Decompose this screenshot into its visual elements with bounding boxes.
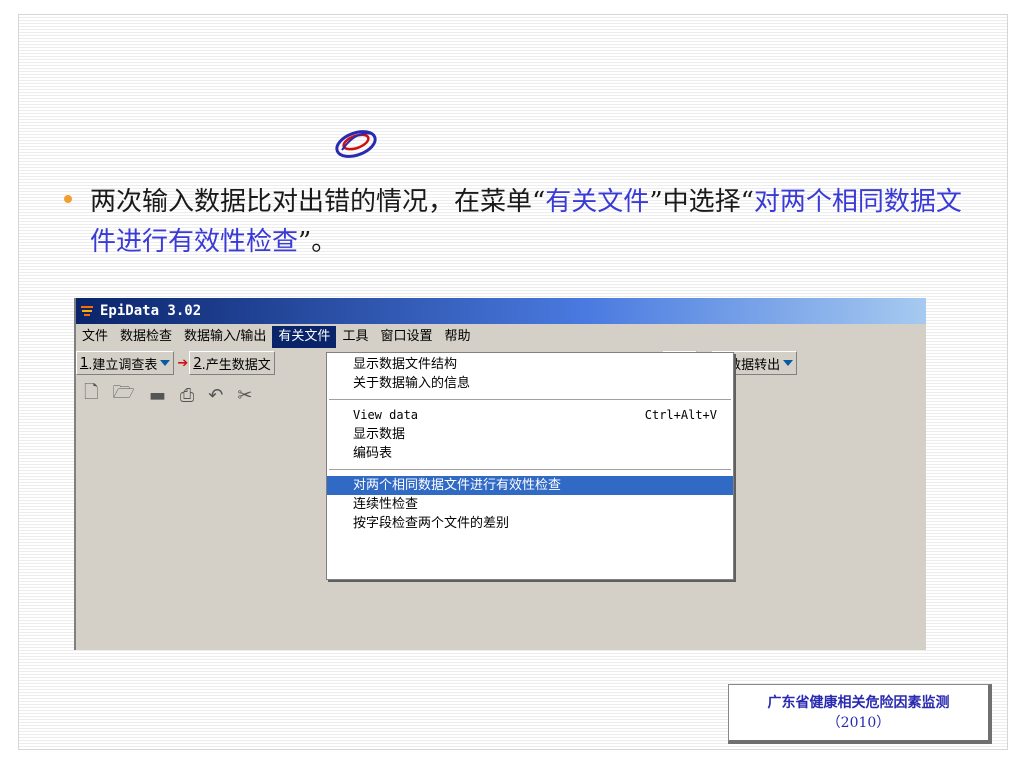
cdc-logo-icon bbox=[335, 130, 377, 158]
menubar: 文件 数据检查 数据输入/输出 有关文件 工具 窗口设置 帮助 bbox=[76, 326, 926, 348]
menu-item-show-data[interactable]: 显示数据 bbox=[327, 425, 733, 444]
menu-separator bbox=[329, 469, 731, 470]
related-files-dropdown: 显示数据文件结构 关于数据输入的信息 View data Ctrl+Alt+V … bbox=[326, 352, 734, 580]
print-icon[interactable]: ⎙ bbox=[180, 385, 194, 406]
bullet-text: 两次输入数据比对出错的情况，在菜单“有关文件”中选择“对两个相同数据文件进行有效… bbox=[90, 187, 962, 257]
shortcut-label: Ctrl+Alt+V bbox=[644, 408, 717, 422]
undo-icon[interactable]: ↶ bbox=[208, 385, 223, 406]
menu-help[interactable]: 帮助 bbox=[438, 326, 476, 348]
menu-window[interactable]: 窗口设置 bbox=[374, 326, 438, 348]
cut-icon[interactable]: ✂ bbox=[237, 385, 252, 406]
badge-title: 广东省健康相关危险因素监测 bbox=[767, 695, 950, 711]
menu-tools[interactable]: 工具 bbox=[336, 326, 374, 348]
define-questionnaire-button[interactable]: 1 .建立调查表 bbox=[76, 351, 175, 375]
menu-related-files[interactable]: 有关文件 bbox=[272, 326, 337, 348]
new-file-icon[interactable]: 🗋 bbox=[84, 380, 98, 410]
save-icon[interactable]: ▬ bbox=[149, 385, 166, 406]
epidata-app-icon bbox=[81, 306, 93, 316]
menu-item-consistency-check[interactable]: 连续性检查 bbox=[327, 495, 733, 514]
menu-file[interactable]: 文件 bbox=[76, 326, 114, 348]
dropdown-arrow-icon bbox=[783, 360, 794, 366]
menu-item-show-structure[interactable]: 显示数据文件结构 bbox=[327, 355, 733, 374]
footer-badge: 广东省健康相关危险因素监测 （2010） bbox=[728, 684, 992, 744]
menu-item-codebook[interactable]: 编码表 bbox=[327, 444, 733, 463]
menu-data-io[interactable]: 数据输入/输出 bbox=[178, 326, 272, 348]
menu-data-check[interactable]: 数据检查 bbox=[114, 326, 178, 348]
next-step-arrow-icon: ➔ bbox=[177, 355, 189, 371]
menu-item-validate-duplicate[interactable]: 对两个相同数据文件进行有效性检查 bbox=[327, 476, 733, 495]
menu-separator bbox=[329, 399, 731, 400]
window-title: EpiData 3.02 bbox=[100, 303, 202, 319]
dropdown-arrow-icon bbox=[160, 360, 171, 366]
window-titlebar[interactable]: EpiData 3.02 bbox=[76, 298, 926, 324]
bullet-marker bbox=[64, 195, 72, 203]
menu-item-view-data[interactable]: View data Ctrl+Alt+V bbox=[327, 406, 733, 425]
menu-item-entry-info[interactable]: 关于数据输入的信息 bbox=[327, 374, 733, 393]
open-folder-icon[interactable]: 🗁 bbox=[112, 380, 134, 410]
badge-year: （2010） bbox=[826, 715, 891, 731]
make-datafile-button[interactable]: 2 .产生数据文 bbox=[189, 351, 275, 375]
menu-item-compare-by-field[interactable]: 按字段检查两个文件的差别 bbox=[327, 514, 733, 533]
